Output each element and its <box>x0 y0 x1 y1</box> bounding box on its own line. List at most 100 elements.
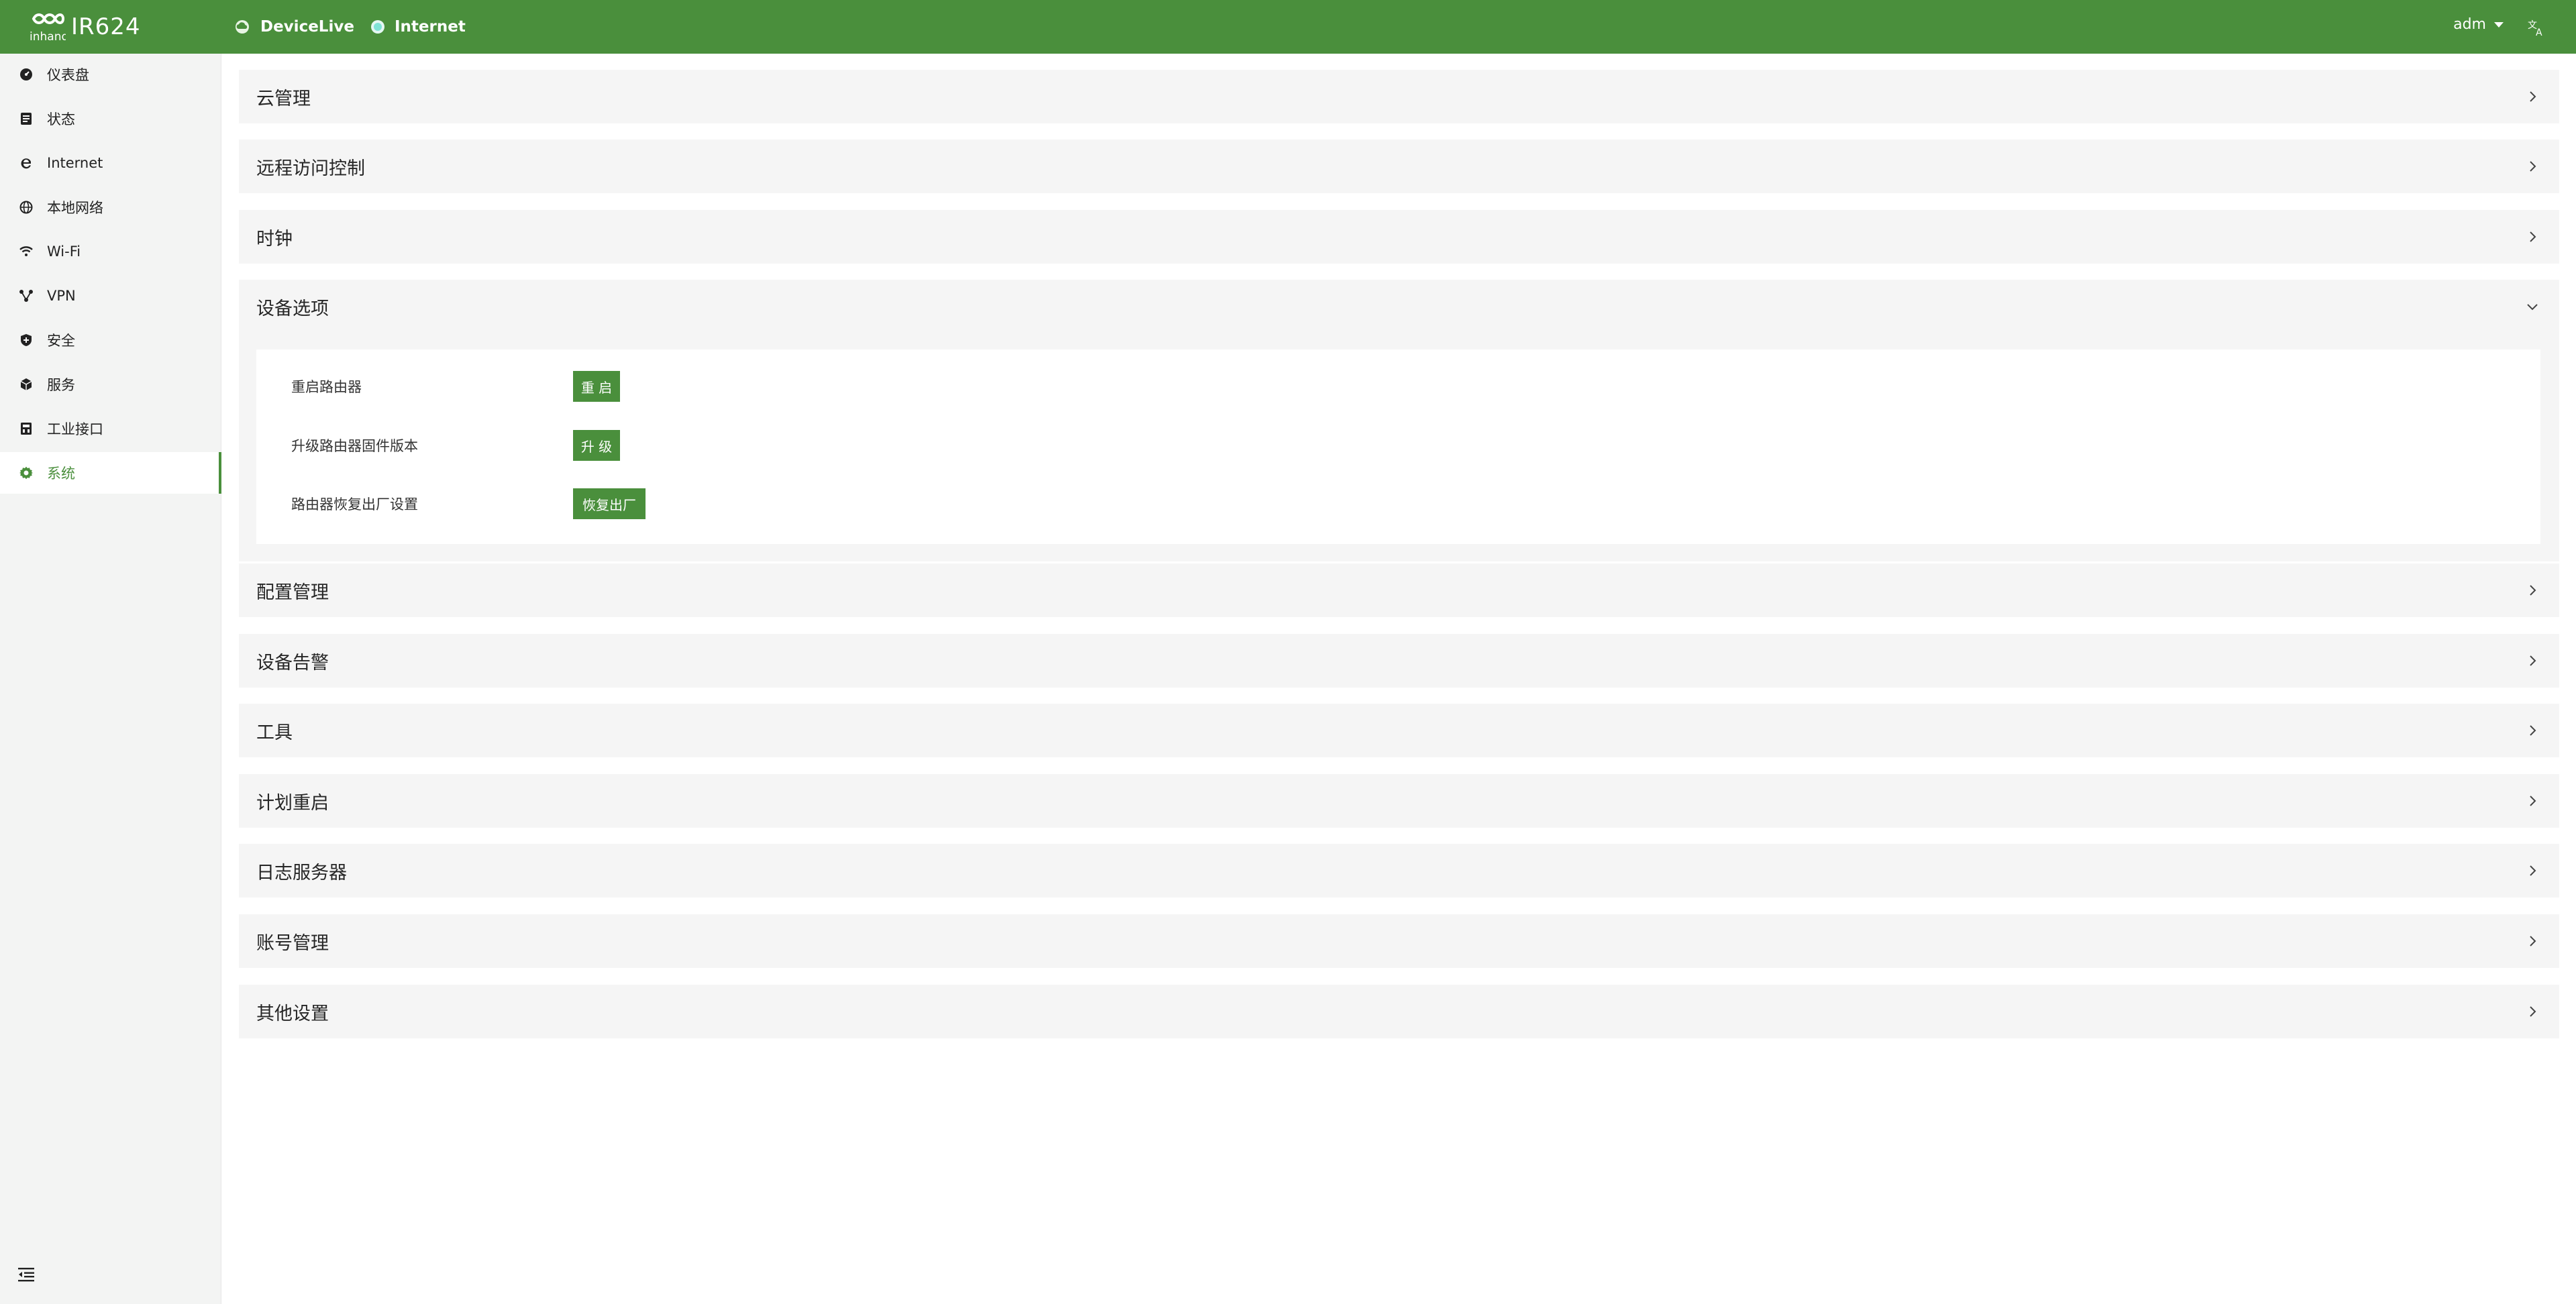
panel-other-settings: 其他设置 <box>239 985 2559 1038</box>
internet-explorer-icon <box>19 156 34 170</box>
chevron-right-icon <box>2524 1003 2540 1020</box>
sidebar-item-label: 服务 <box>47 377 75 393</box>
chevron-right-icon <box>2524 722 2540 739</box>
globe-icon <box>19 200 34 215</box>
sidebar-item-label: Wi-Fi <box>47 243 81 260</box>
sidebar-item-status[interactable]: 状态 <box>0 98 221 140</box>
translate-icon[interactable]: 文 A <box>2526 17 2546 38</box>
panel-header[interactable]: 配置管理 <box>239 563 2559 617</box>
option-row-factory-reset: 路由器恢复出厂设置 恢复出厂 <box>256 480 2540 527</box>
panel-title: 配置管理 <box>256 582 329 603</box>
sidebar-item-label: 安全 <box>47 333 75 349</box>
inhand-logo-icon: inhand <box>27 9 68 44</box>
sidebar-item-label: Internet <box>47 155 103 171</box>
chevron-right-icon <box>2524 653 2540 669</box>
panel-device-alarm: 设备告警 <box>239 634 2559 688</box>
devicelive-label: DeviceLive <box>260 18 354 36</box>
panel-title: 时钟 <box>256 228 293 250</box>
devicelive-status[interactable]: DeviceLive <box>234 15 354 39</box>
panel-remote-access-control: 远程访问控制 <box>239 140 2559 193</box>
industrial-port-icon <box>19 421 34 436</box>
chevron-right-icon <box>2524 933 2540 949</box>
panel-title: 账号管理 <box>256 932 329 954</box>
chevron-right-icon <box>2524 582 2540 598</box>
panel-tools: 工具 <box>239 704 2559 757</box>
panel-title: 远程访问控制 <box>256 158 365 179</box>
chevron-right-icon <box>2524 89 2540 105</box>
wifi-icon <box>19 244 34 259</box>
chevron-right-icon <box>2524 863 2540 879</box>
panel-header[interactable]: 其他设置 <box>239 985 2559 1038</box>
vpn-nodes-icon <box>19 288 34 303</box>
chevron-right-icon <box>2524 229 2540 245</box>
svg-text:A: A <box>2536 28 2542 38</box>
user-menu[interactable]: adm <box>2453 16 2504 33</box>
chevron-right-icon <box>2524 793 2540 809</box>
option-row-upgrade: 升级路由器固件版本 升 级 <box>256 422 2540 469</box>
panel-header[interactable]: 计划重启 <box>239 774 2559 828</box>
factory-reset-label: 路由器恢复出厂设置 <box>291 496 418 512</box>
panel-header[interactable]: 时钟 <box>239 210 2559 264</box>
panel-header[interactable]: 日志服务器 <box>239 844 2559 898</box>
sidebar-item-label: VPN <box>47 288 76 304</box>
sidebar-item-dashboard[interactable]: 仪表盘 <box>0 54 221 95</box>
panel-header[interactable]: 设备选项 <box>239 280 2559 333</box>
sidebar-item-label: 仪表盘 <box>47 67 89 83</box>
brand-logo[interactable]: inhand IR624 <box>27 9 141 44</box>
panel-header[interactable]: 云管理 <box>239 70 2559 123</box>
panel-title: 云管理 <box>256 88 311 109</box>
sidebar-item-wifi[interactable]: Wi-Fi <box>0 231 221 272</box>
panel-title: 日志服务器 <box>256 862 347 883</box>
chevron-down-icon <box>2524 298 2540 315</box>
option-row-reboot: 重启路由器 重 启 <box>256 363 2540 410</box>
sidebar-item-vpn[interactable]: VPN <box>0 275 221 317</box>
sidebar: 仪表盘 状态 Internet 本地网络 Wi-Fi VPN 安全 服务 工业接… <box>0 54 221 1304</box>
panel-clock: 时钟 <box>239 210 2559 264</box>
sidebar-item-industrial-interface[interactable]: 工业接口 <box>0 408 221 449</box>
sidebar-item-security[interactable]: 安全 <box>0 319 221 361</box>
panel-title: 计划重启 <box>256 792 329 814</box>
status-dot-icon <box>370 19 385 34</box>
panel-title: 设备选项 <box>256 298 329 319</box>
panel-config-management: 配置管理 <box>239 563 2559 617</box>
panel-title: 其他设置 <box>256 1003 329 1024</box>
sidebar-item-label: 状态 <box>47 111 75 127</box>
sidebar-item-services[interactable]: 服务 <box>0 364 221 405</box>
cloud-icon <box>234 19 251 34</box>
panel-cloud-management: 云管理 <box>239 70 2559 123</box>
sidebar-item-label: 系统 <box>47 466 75 482</box>
upgrade-button[interactable]: 升 级 <box>573 430 620 461</box>
chevron-right-icon <box>2524 158 2540 174</box>
reboot-label: 重启路由器 <box>291 379 362 395</box>
reboot-button[interactable]: 重 启 <box>573 371 620 402</box>
panel-header[interactable]: 工具 <box>239 704 2559 757</box>
factory-reset-button[interactable]: 恢复出厂 <box>573 488 646 519</box>
cube-icon <box>19 377 34 392</box>
product-name: IR624 <box>71 13 141 40</box>
upgrade-label: 升级路由器固件版本 <box>291 438 418 454</box>
sidebar-item-label: 本地网络 <box>47 200 103 216</box>
menu-fold-icon[interactable] <box>17 1266 35 1283</box>
internet-status[interactable]: Internet <box>370 15 466 39</box>
panel-title: 工具 <box>256 722 293 743</box>
internet-label: Internet <box>395 18 466 36</box>
caret-down-icon <box>2494 21 2504 28</box>
sidebar-item-label: 工业接口 <box>47 421 103 437</box>
panel-account-management: 账号管理 <box>239 914 2559 968</box>
panel-scheduled-reboot: 计划重启 <box>239 774 2559 828</box>
sidebar-item-system[interactable]: 系统 <box>0 452 221 494</box>
panel-header[interactable]: 设备告警 <box>239 634 2559 688</box>
sidebar-item-internet[interactable]: Internet <box>0 142 221 184</box>
dashboard-icon <box>19 67 34 82</box>
panel-device-options: 设备选项 重启路由器 重 启 升级路由器固件版本 升 级 路由器恢复出厂设置 恢… <box>239 280 2559 561</box>
gear-icon <box>19 466 34 480</box>
device-options-body: 重启路由器 重 启 升级路由器固件版本 升 级 路由器恢复出厂设置 恢复出厂 <box>256 349 2540 544</box>
panel-title: 设备告警 <box>256 652 329 673</box>
sidebar-item-local-network[interactable]: 本地网络 <box>0 186 221 228</box>
shield-icon <box>19 333 34 347</box>
panel-header[interactable]: 远程访问控制 <box>239 140 2559 193</box>
panel-header[interactable]: 账号管理 <box>239 914 2559 968</box>
username: adm <box>2453 16 2486 33</box>
top-header: inhand IR624 DeviceLive Internet adm 文 A <box>0 0 2576 54</box>
status-list-icon <box>19 111 34 126</box>
